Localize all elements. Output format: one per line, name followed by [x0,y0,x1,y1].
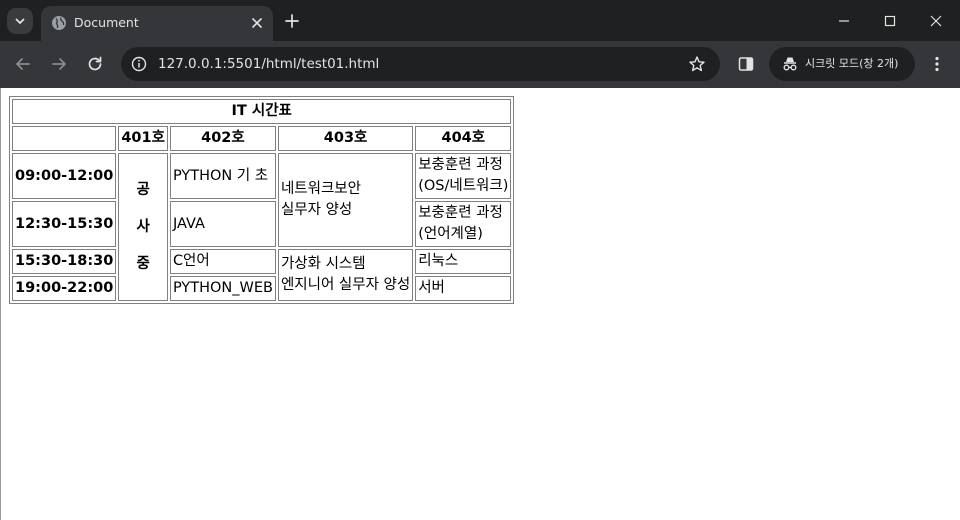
course-line: 실무자 양성 [280,202,353,218]
chevron-down-icon [15,18,25,25]
closed-char: 사 [136,218,150,235]
tab-search-button[interactable] [7,8,33,34]
window-close-icon[interactable] [927,12,945,30]
side-panel-icon[interactable] [737,55,755,73]
course-line: (언어계열) [418,226,483,242]
course-cell: 보충훈련 과정 (OS/네트워크) [415,153,512,199]
reload-icon[interactable] [86,55,104,73]
new-tab-plus-icon[interactable] [283,12,301,30]
url-text[interactable]: 127.0.0.1:5501/html/test01.html [158,55,379,73]
course-cell: C언어 [169,249,276,274]
course-cell: 리눅스 [415,249,512,274]
close-icon[interactable] [249,15,265,31]
course-line: 네트워크보안 [280,181,361,197]
course-line: 보충훈련 과정 [418,205,503,221]
globe-icon [52,16,66,30]
incognito-indicator[interactable]: 시크릿 모드(창 2개) [769,47,915,81]
incognito-label: 시크릿 모드(창 2개) [805,57,899,70]
minimize-icon[interactable] [835,12,853,30]
table-row: 09:00-12:00 공 사 중 PYTHON 기 초 네트워크보안 실무자 … [12,153,512,301]
course-cell: JAVA [169,201,276,247]
room-header: 401호 [118,126,168,151]
course-line: 엔지니어 실무자 양성 [280,277,411,293]
info-icon[interactable] [131,56,147,72]
back-arrow-icon[interactable] [14,55,32,73]
course-line: 보충훈련 과정 [418,157,503,173]
time-slot: 09:00-12:00 [12,153,117,199]
more-menu-icon[interactable] [929,55,945,73]
tab-strip: Document [0,0,960,41]
course-line: 가상화 시스템 [280,256,366,272]
table-row: 19:00-22:00 PYTHON_WEB 서버 [12,276,512,301]
forward-arrow-icon[interactable] [50,55,68,73]
timetable: IT 시간표 401호 402호 403호 404호 09:00-12:00 공… [9,96,515,304]
table-row: IT 시간표 [12,99,512,124]
room-header: 402호 [169,126,276,151]
browser-toolbar: 127.0.0.1:5501/html/test01.html 시크릿 모드(창… [0,41,960,88]
room-401-closed: 공 사 중 [118,153,168,301]
incognito-icon [783,57,797,71]
course-cell: 서버 [415,276,512,301]
time-slot: 12:30-15:30 [12,201,117,247]
time-slot: 15:30-18:30 [12,249,117,274]
star-bookmark-icon[interactable] [688,55,706,73]
course-cell: 보충훈련 과정 (언어계열) [415,201,512,247]
course-cell: PYTHON_WEB [169,276,276,301]
room-header: 404호 [415,126,512,151]
tab-title: Document [74,15,139,30]
table-caption: IT 시간표 [12,99,512,124]
active-tab[interactable]: Document [41,6,273,41]
time-slot: 19:00-22:00 [12,276,117,301]
course-cell: 가상화 시스템 엔지니어 실무자 양성 [277,249,414,301]
page-viewport: IT 시간표 401호 402호 403호 404호 09:00-12:00 공… [0,88,960,520]
address-bar[interactable]: 127.0.0.1:5501/html/test01.html [121,47,720,81]
maximize-icon[interactable] [881,12,899,30]
closed-char: 공 [136,181,150,198]
course-cell: 네트워크보안 실무자 양성 [277,153,414,247]
table-row: 15:30-18:30 C언어 가상화 시스템 엔지니어 실무자 양성 리눅스 [12,249,512,301]
closed-char: 중 [136,255,150,272]
course-cell: PYTHON 기 초 [169,153,276,199]
table-row: 12:30-15:30 JAVA 보충훈련 과정 (언어계열) [12,201,512,247]
header-row: 401호 402호 403호 404호 [12,126,512,151]
course-line: (OS/네트워크) [418,178,509,194]
corner-cell [12,126,117,151]
room-header: 403호 [277,126,414,151]
